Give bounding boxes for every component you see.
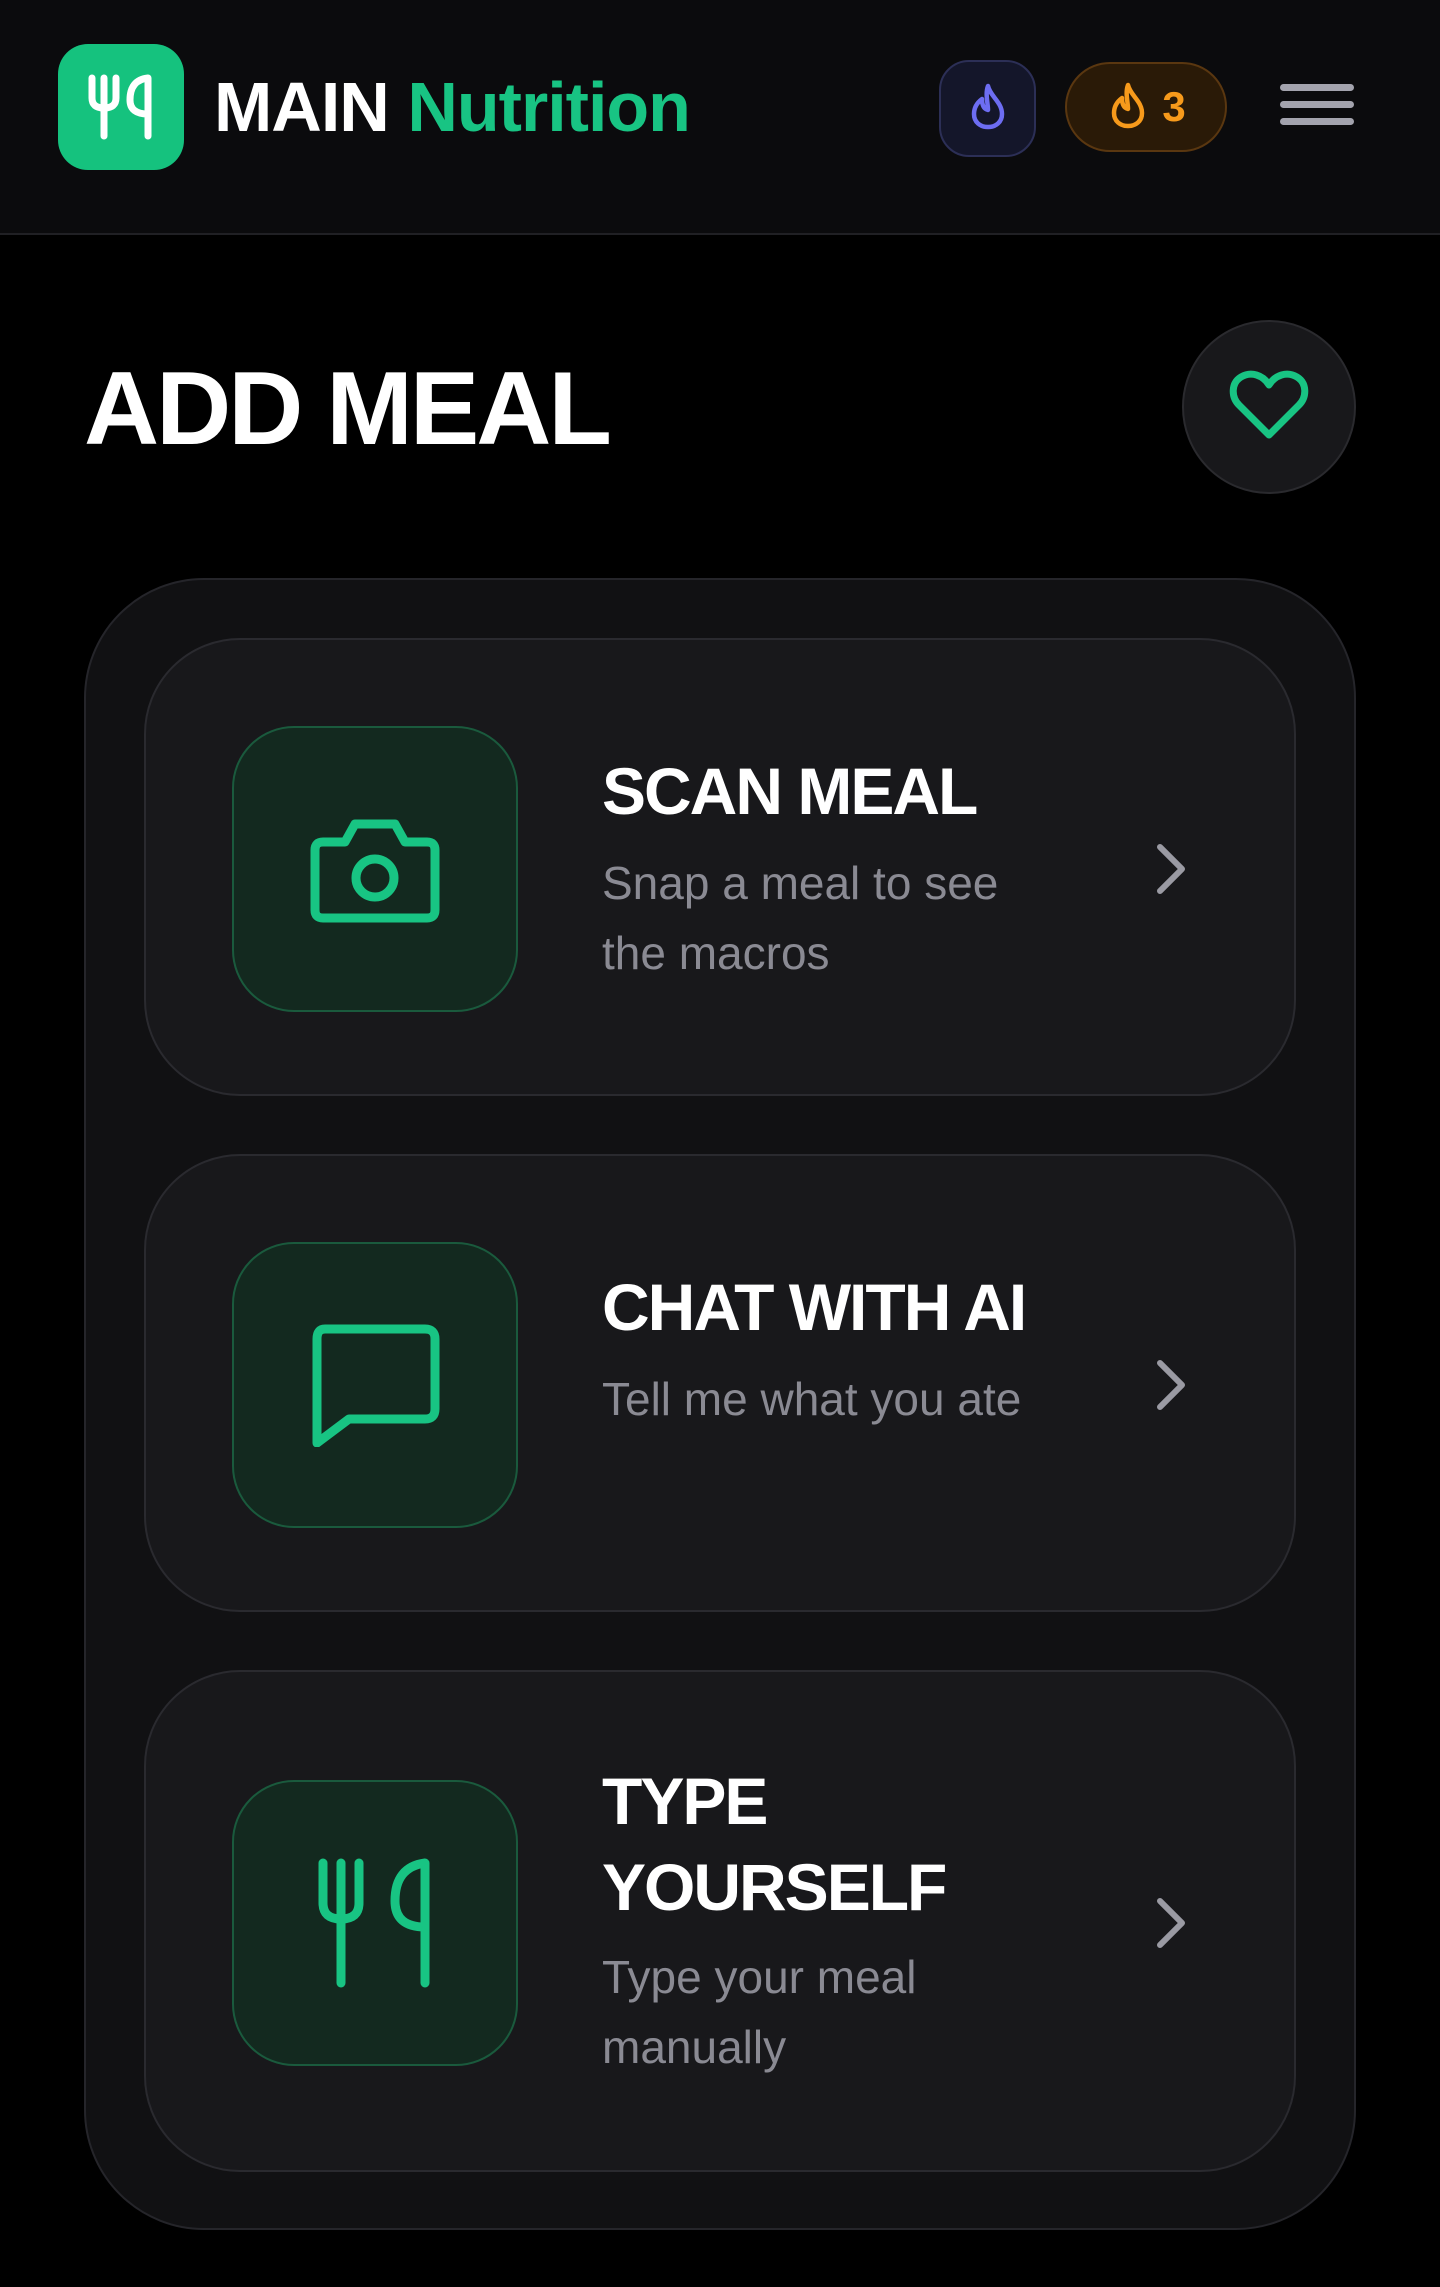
flame-icon [966,82,1010,135]
chevron-right-icon [1146,1893,1196,1953]
fork-knife-icon [232,1780,518,2066]
hamburger-menu-icon[interactable] [1280,84,1354,134]
chevron-right-icon [1146,1355,1196,1415]
card-description: Type your meal manually [602,1951,917,2073]
app-name: MAIN Nutrition [214,67,691,147]
scan-meal-card[interactable]: SCAN MEAL Snap a meal to see the macros [144,638,1296,1096]
chevron-right-icon [1146,839,1196,899]
meal-options-panel: SCAN MEAL Snap a meal to see the macros … [84,578,1356,2230]
streak-count: 3 [1162,83,1186,130]
type-yourself-card[interactable]: TYPE YOURSELF Type your meal manually [144,1670,1296,2172]
app-header: MAIN Nutrition 3 [0,0,1440,235]
fork-knife-icon [58,44,184,170]
streak-button[interactable]: 3 [1065,62,1227,152]
card-description: Tell me what you ate [602,1373,1022,1425]
card-title: SCAN MEAL [602,754,978,828]
brand-accent-text: Nutrition [407,68,691,146]
flame-icon [1106,81,1150,134]
card-title: CHAT WITH AI [602,1270,1027,1344]
camera-icon [232,726,518,1012]
brand[interactable]: MAIN Nutrition [58,44,691,170]
heart-icon [1229,369,1309,446]
brand-main-text: MAIN [214,68,390,146]
card-title: TYPE YOURSELF [602,1764,947,1924]
energy-button[interactable] [939,60,1036,157]
card-description: Snap a meal to see the macros [602,857,999,979]
chat-bubble-icon [232,1242,518,1528]
favorites-button[interactable] [1182,320,1356,494]
chat-with-ai-card[interactable]: CHAT WITH AI Tell me what you ate [144,1154,1296,1612]
page-title: ADD MEAL [84,351,612,467]
